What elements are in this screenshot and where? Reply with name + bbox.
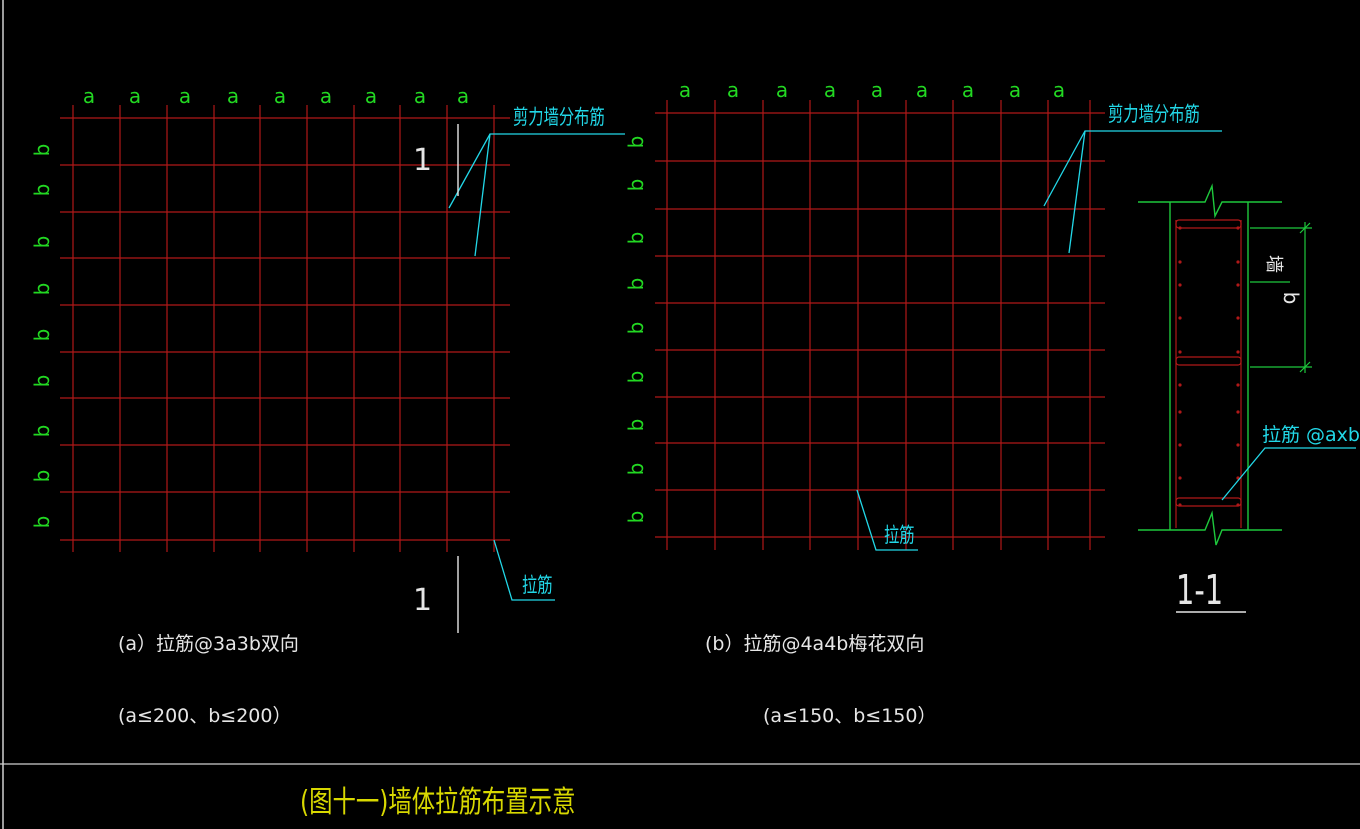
row-labels-b: b b b b b b b b b xyxy=(624,136,648,524)
column-spacing-label: a xyxy=(962,78,974,102)
tie-label-section: 拉筋 @axb xyxy=(1262,424,1360,446)
row-spacing-label: b xyxy=(30,470,54,483)
constraint-b: (a≤150、b≤150） xyxy=(763,705,937,727)
wall-rebar-label-b: 剪力墙分布筋 xyxy=(1108,103,1200,127)
section-bar-dots xyxy=(1178,226,1240,507)
row-spacing-label: b xyxy=(30,184,54,197)
rebar-grid-a xyxy=(60,105,510,552)
column-spacing-label: a xyxy=(457,84,469,108)
row-spacing-label: b xyxy=(624,322,648,335)
row-spacing-label: b xyxy=(30,516,54,529)
rebar-dot xyxy=(1236,283,1240,287)
column-spacing-label: a xyxy=(727,78,739,102)
panel-b: a a a a a a a a a b b b b b b b b b 剪力墙分布筋 拉筋 (b）拉筋@4a4b… xyxy=(624,78,1222,727)
rebar-dot xyxy=(1178,283,1182,287)
row-spacing-label: b xyxy=(624,136,648,149)
column-spacing-label: a xyxy=(274,84,286,108)
column-spacing-label: a xyxy=(414,84,426,108)
row-spacing-label: b xyxy=(624,511,648,524)
rebar-dot xyxy=(1236,260,1240,264)
rebar-dot xyxy=(1236,316,1240,320)
rebar-dot xyxy=(1178,350,1182,354)
panel-a: a a a a a a a a a b b b b b b b b b 剪力墙分布筋 拉筋 1 1 (a）拉筋@… xyxy=(30,84,625,727)
section-1-1: 墙 b 拉筋 @axb 1-1 xyxy=(1138,183,1360,614)
rebar-grid-b xyxy=(655,100,1105,550)
row-spacing-label: b xyxy=(624,419,648,432)
column-labels-a: aaaaaaaaa xyxy=(83,84,469,108)
row-spacing-label: b xyxy=(624,278,648,291)
column-spacing-label: a xyxy=(179,84,191,108)
row-spacing-label: b xyxy=(624,371,648,384)
rebar-dot xyxy=(1178,476,1182,480)
rebar-dot xyxy=(1236,383,1240,387)
column-spacing-label: a xyxy=(1009,78,1021,102)
section-rebar xyxy=(1175,219,1242,528)
row-spacing-label: b xyxy=(30,144,54,157)
rebar-dot xyxy=(1178,316,1182,320)
rebar-dot xyxy=(1236,226,1240,230)
wall-rebar-leader-a xyxy=(448,133,625,257)
column-spacing-label: a xyxy=(83,84,95,108)
row-spacing-label: b xyxy=(30,375,54,388)
rebar-dot xyxy=(1178,503,1182,507)
column-spacing-label: a xyxy=(365,84,377,108)
row-spacing-label: b xyxy=(624,232,648,245)
row-spacing-label: b xyxy=(30,329,54,342)
row-spacing-label: b xyxy=(30,236,54,249)
section-mark-top: 1 xyxy=(413,143,432,178)
wall-rebar-label-a: 剪力墙分布筋 xyxy=(513,106,605,130)
wall-label: 墙 xyxy=(1263,255,1284,273)
caption-b: (b）拉筋@4a4b梅花双向 xyxy=(705,633,924,655)
column-labels-b: aaaaaaaaa xyxy=(679,78,1065,102)
section-title: 1-1 xyxy=(1176,567,1223,614)
tie-label-a: 拉筋 xyxy=(522,574,553,598)
rebar-dot xyxy=(1236,503,1240,507)
row-labels-a: b b b b b b b b b xyxy=(30,144,54,529)
column-spacing-label: a xyxy=(227,84,239,108)
rebar-dot xyxy=(1178,383,1182,387)
column-spacing-label: a xyxy=(871,78,883,102)
constraint-a: (a≤200、b≤200） xyxy=(118,705,292,727)
rebar-dot xyxy=(1178,410,1182,414)
column-spacing-label: a xyxy=(129,84,141,108)
wall-rebar-leader-b xyxy=(1043,130,1222,254)
column-spacing-label: a xyxy=(679,78,691,102)
tie-leader-section xyxy=(1221,447,1356,501)
column-spacing-label: a xyxy=(916,78,928,102)
row-spacing-label: b xyxy=(624,179,648,192)
dimension-label: b xyxy=(1279,292,1303,305)
rebar-dot xyxy=(1178,226,1182,230)
rebar-dot xyxy=(1178,260,1182,264)
row-spacing-label: b xyxy=(30,425,54,438)
rebar-dot xyxy=(1236,443,1240,447)
column-spacing-label: a xyxy=(1053,78,1065,102)
rebar-dot xyxy=(1178,443,1182,447)
row-spacing-label: b xyxy=(624,463,648,476)
rebar-dot xyxy=(1236,350,1240,354)
cad-drawing: a a a a a a a a a b b b b b b b b b 剪力墙分布筋 拉筋 1 1 (a）拉筋@… xyxy=(0,0,1360,829)
column-spacing-label: a xyxy=(824,78,836,102)
column-spacing-label: a xyxy=(320,84,332,108)
row-spacing-label: b xyxy=(30,283,54,296)
section-mark-bottom: 1 xyxy=(413,583,432,618)
figure-title: (图十一)墙体拉筋布置示意 xyxy=(300,785,575,820)
caption-a: (a）拉筋@3a3b双向 xyxy=(118,633,299,655)
rebar-dot xyxy=(1236,410,1240,414)
tie-label-b: 拉筋 xyxy=(884,524,915,548)
column-spacing-label: a xyxy=(776,78,788,102)
